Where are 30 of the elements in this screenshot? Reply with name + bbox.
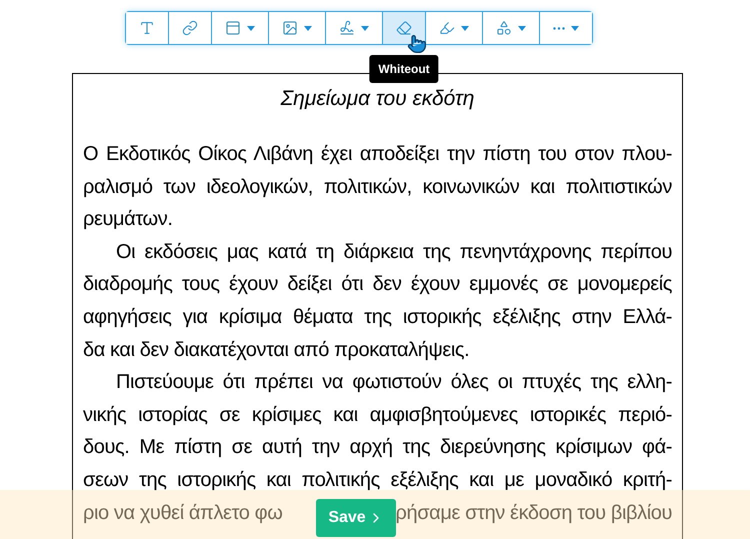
tool-button[interactable]: [168, 12, 211, 44]
eraser-icon: [396, 20, 412, 36]
tool-button[interactable]: [126, 12, 168, 44]
caret-icon: [247, 26, 255, 30]
highlighter-icon: [439, 20, 455, 36]
pointer-cursor-icon: [407, 34, 427, 54]
tool-button[interactable]: [211, 12, 268, 44]
paragraph: Οι εκδόσεις μας κατά τη διάρκεια της πενηντάχρονης περίπου διαδρομής τους έχουν δείξει ότι δεν έχουν εμμονές σε μονομερείς αφηγήσεις για κρίσιμα θέματα της ιστορικής εξέλιξης στην Ελλά- δα και δεν διακατέχονται από προκαταλήψεις.: [83, 240, 672, 363]
tool-button[interactable]: [425, 12, 482, 44]
text-tool-icon: [139, 20, 155, 36]
signature-icon: [339, 20, 355, 36]
tool-button[interactable]: [268, 12, 325, 44]
text-line: ριο να χυθεί άπλετο φω: [83, 500, 282, 526]
caret-icon: [571, 26, 579, 30]
text-line: ρήσαμε στην έκδοση του βιβλίου: [396, 500, 672, 526]
paragraph: Ο Εκδοτικός Οίκος Λιβάνη έχει αποδείξει την πίστη του στον πλου- ραλισμό των ιδεολογικών, πολιτικών, κοινωνικών και πολιτιστικών ρευμάτων.: [83, 142, 672, 232]
tool-button[interactable]: [325, 12, 382, 44]
more-icon: [553, 26, 565, 30]
caret-icon: [461, 26, 469, 30]
shapes-icon: [496, 20, 512, 36]
tooltip: Whiteout: [369, 55, 439, 83]
link-icon: [182, 20, 198, 36]
tool-button[interactable]: [482, 12, 539, 44]
caret-icon: [518, 26, 526, 30]
form-icon: [225, 20, 241, 36]
caret-icon: [304, 26, 312, 30]
image-icon: [282, 20, 298, 36]
caret-icon: [361, 26, 369, 30]
document-title: Σημείωμα του εκδότη: [280, 86, 476, 112]
tool-button[interactable]: [539, 12, 592, 44]
